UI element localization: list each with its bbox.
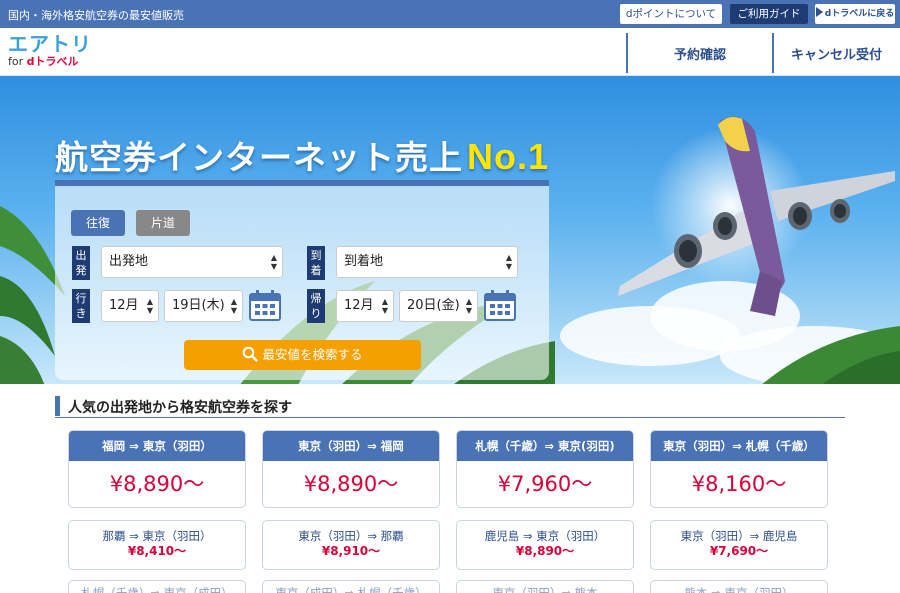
route-name: 東京（羽田）⇒ 那覇 bbox=[298, 529, 404, 543]
outbound-day-select[interactable]: 19日(木) ▲ ▼ bbox=[164, 290, 243, 322]
site-logo[interactable]: エアトリ for dトラベル bbox=[8, 33, 92, 69]
logo-subline: for dトラベル bbox=[8, 55, 79, 68]
airplane-illustration bbox=[618, 116, 895, 316]
route-card[interactable]: 東京（羽田）⇒ 福岡 ¥8,890〜 bbox=[262, 430, 440, 508]
route-link-card[interactable]: 那覇 ⇒ 東京（羽田） ¥8,410〜 bbox=[68, 520, 246, 570]
section-title: 人気の出発地から格安航空券を探す bbox=[68, 400, 292, 416]
back-to-dtravel-button[interactable]: dトラベルに戻る bbox=[815, 4, 895, 24]
hero-no1-badge: No.1 bbox=[467, 136, 550, 177]
route-card[interactable]: 福岡 ⇒ 東京（羽田） ¥8,890〜 bbox=[68, 430, 246, 508]
return-month-select[interactable]: 12月 ▲ ▼ bbox=[336, 290, 394, 322]
route-link-card[interactable]: 東京（羽田）⇒ 那覇 ¥8,910〜 bbox=[262, 520, 440, 570]
route-name: 熊本 ⇒ 東京（羽田） bbox=[684, 586, 794, 593]
route-price: ¥8,890〜 bbox=[109, 472, 205, 496]
back-to-dtravel-label: dトラベルに戻る bbox=[824, 9, 895, 19]
calendar-icon[interactable] bbox=[483, 288, 517, 322]
search-icon bbox=[243, 346, 259, 362]
route-name: 東京（成田）⇒ 札幌（千歳） bbox=[275, 586, 427, 593]
search-cheapest-button[interactable]: 最安値を検索する bbox=[184, 340, 421, 370]
site-header: エアトリ for dトラベル 予約確認 キャンセル受付 bbox=[0, 28, 900, 76]
route-link-card[interactable]: 東京（羽田）⇒ 鹿児島 ¥7,690〜 bbox=[650, 520, 828, 570]
tab-round-trip[interactable]: 往復 bbox=[71, 210, 125, 236]
departure-select[interactable]: 出発地 ▲ ▼ bbox=[101, 246, 283, 278]
user-guide-link[interactable]: ご利用ガイド bbox=[730, 4, 808, 24]
route-name: 東京（羽田）⇒ 鹿児島 bbox=[680, 529, 798, 543]
route-link-card[interactable]: 東京（羽田）⇒ 熊本 bbox=[456, 580, 634, 593]
return-label: 帰り bbox=[307, 289, 325, 323]
route-name: 東京（羽田）⇒ 札幌（千歳） bbox=[651, 431, 827, 461]
route-link-card[interactable]: 鹿児島 ⇒ 東京（羽田） ¥8,890〜 bbox=[456, 520, 634, 570]
nav-divider bbox=[772, 33, 774, 73]
route-price: ¥7,960〜 bbox=[497, 472, 593, 496]
route-name: 札幌（千歳）⇒ 東京（成田） bbox=[81, 586, 233, 593]
route-card[interactable]: 札幌（千歳）⇒ 東京(羽田) ¥7,960〜 bbox=[456, 430, 634, 508]
route-price: ¥8,410〜 bbox=[127, 544, 187, 558]
select-arrows-icon: ▲ ▼ bbox=[465, 297, 472, 315]
route-price: ¥7,690〜 bbox=[709, 544, 769, 558]
select-arrows-icon: ▲ ▼ bbox=[505, 253, 512, 271]
route-price: ¥8,890〜 bbox=[515, 544, 575, 558]
arrive-label: 到着 bbox=[307, 246, 325, 280]
nav-divider bbox=[626, 33, 628, 73]
play-arrow-icon bbox=[815, 7, 823, 17]
outbound-label: 行き bbox=[72, 289, 90, 323]
route-name: 札幌（千歳）⇒ 東京(羽田) bbox=[457, 431, 633, 461]
outbound-month-select[interactable]: 12月 ▲ ▼ bbox=[101, 290, 159, 322]
search-button-label: 最安値を検索する bbox=[262, 347, 363, 362]
select-arrows-icon: ▲ ▼ bbox=[230, 297, 237, 315]
logo-brand: dトラベル bbox=[26, 55, 79, 68]
route-link-card[interactable]: 東京（成田）⇒ 札幌（千歳） bbox=[262, 580, 440, 593]
arrival-select[interactable]: 到着地 ▲ ▼ bbox=[336, 246, 518, 278]
route-name: 鹿児島 ⇒ 東京（羽田） bbox=[484, 529, 606, 543]
nav-cancel[interactable]: キャンセル受付 bbox=[791, 44, 882, 63]
route-card[interactable]: 東京（羽田）⇒ 札幌（千歳） ¥8,160〜 bbox=[650, 430, 828, 508]
select-arrows-icon: ▲ ▼ bbox=[146, 297, 153, 315]
logo-wordmark: エアトリ bbox=[8, 32, 92, 56]
route-name: 東京（羽田）⇒ 熊本 bbox=[492, 586, 598, 593]
popular-routes-heading: 人気の出発地から格安航空券を探す bbox=[55, 396, 845, 418]
route-price: ¥8,910〜 bbox=[321, 544, 381, 558]
depart-label: 出発 bbox=[72, 246, 90, 280]
top-bar: 国内・海外格安航空券の最安値販売 dポイントについて ご利用ガイド dトラベルに… bbox=[0, 0, 900, 28]
route-link-card[interactable]: 札幌（千歳）⇒ 東京（成田） bbox=[68, 580, 246, 593]
route-link-card[interactable]: 熊本 ⇒ 東京（羽田） bbox=[650, 580, 828, 593]
hero-headline: 航空券インターネット売上 No.1 bbox=[55, 136, 550, 177]
site-tagline: 国内・海外格安航空券の最安値販売 bbox=[8, 9, 184, 22]
select-arrows-icon: ▲ ▼ bbox=[270, 253, 277, 271]
route-price: ¥8,890〜 bbox=[303, 472, 399, 496]
heading-accent-bar bbox=[55, 396, 60, 416]
tab-one-way[interactable]: 片道 bbox=[136, 210, 190, 236]
route-name: 東京（羽田）⇒ 福岡 bbox=[263, 431, 439, 461]
nav-booking-check[interactable]: 予約確認 bbox=[674, 44, 726, 63]
select-arrows-icon: ▲ ▼ bbox=[381, 297, 388, 315]
route-name: 那覇 ⇒ 東京（羽田） bbox=[102, 529, 212, 543]
calendar-icon[interactable] bbox=[248, 288, 282, 322]
route-price: ¥8,160〜 bbox=[691, 472, 787, 496]
return-day-select[interactable]: 20日(金) ▲ ▼ bbox=[399, 290, 478, 322]
route-name: 福岡 ⇒ 東京（羽田） bbox=[69, 431, 245, 461]
dpoint-info-link[interactable]: dポイントについて bbox=[620, 4, 722, 24]
